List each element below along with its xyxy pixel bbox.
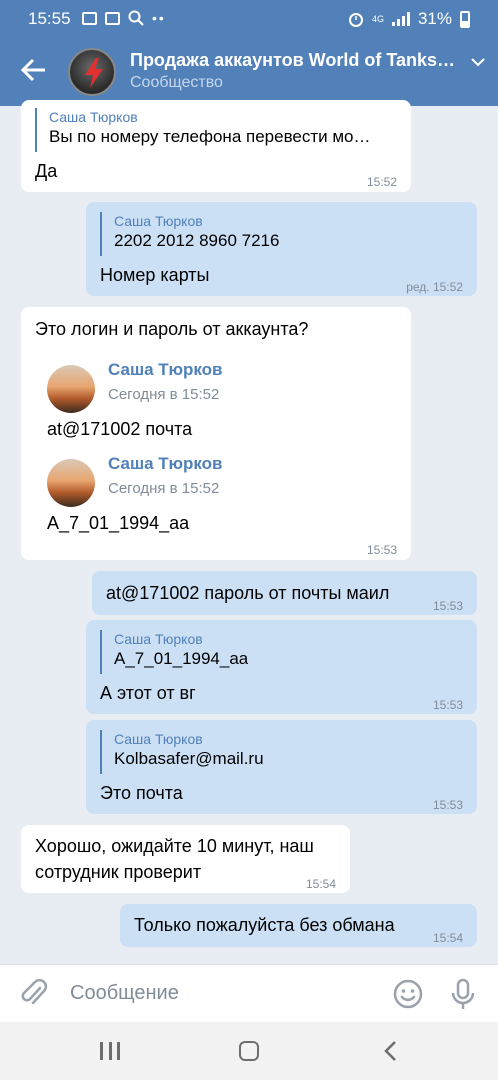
status-bar: 15:55 •• 4G 31% [0,0,498,38]
message-bubble-outgoing[interactable]: at@171002 пароль от почты маил 15:53 [92,571,477,615]
message-text-line: Хорошо, ожидайте 10 минут, наш [35,836,314,856]
paperclip-icon[interactable] [20,979,48,1009]
message-time: 15:54 [305,877,336,891]
alarm-icon [348,13,363,27]
forward-text: A_7_01_1994_aa [47,513,190,533]
chat-title[interactable]: Продажа аккаунтов World of Tanks… [130,50,463,71]
message-text: Да [35,161,58,181]
chat-subtitle: Сообщество [130,74,223,91]
message-time: 15:53 [432,798,463,812]
forward-author-avatar [47,365,95,413]
top-bar: 15:55 •• 4G 31% Продажа аккаунтов World … [0,0,498,106]
message-input[interactable]: Сообщение [70,982,179,1005]
forwarded-message[interactable]: Саша Тюрков Сегодня в 15:52 A_7_01_1994_… [47,451,387,536]
message-bubble-outgoing[interactable]: Только пожалуйста без обмана 15:54 [120,904,477,947]
message-bubble-outgoing[interactable]: Саша Тюрков Kolbasafer@mail.ru Это почта… [86,720,477,814]
message-text-line: сотрудник проверит [35,862,202,882]
reply-quote[interactable]: Саша Тюрков 2202 2012 8960 7216 [100,212,279,256]
forward-author-avatar [47,459,95,507]
forward-author-name: Саша Тюрков [108,454,223,473]
message-edited-time: ред. 15:52 [406,280,463,294]
arrow-left-icon[interactable] [20,56,48,84]
chat-header: Продажа аккаунтов World of Tanks… Сообще… [0,38,498,106]
message-text: Это логин и пароль от аккаунта? [35,319,309,339]
status-right: 4G 31% [348,9,470,29]
quote-author: Саша Тюрков [114,631,203,647]
quote-author: Саша Тюрков [114,213,203,229]
quote-author: Саша Тюрков [114,731,203,747]
more-notifications-icon: •• [152,10,166,26]
reply-quote[interactable]: Саша Тюрков Вы по номеру телефона переве… [35,108,389,152]
smile-icon[interactable] [393,979,423,1009]
battery-icon [460,10,470,28]
message-time: 15:52 [366,175,397,189]
reply-quote[interactable]: Саша Тюрков A_7_01_1994_aa [100,630,248,674]
chevron-left-icon[interactable] [380,1040,402,1062]
message-bubble-incoming[interactable]: Саша Тюрков Вы по номеру телефона переве… [21,100,411,192]
quote-text: 2202 2012 8960 7216 [114,231,280,250]
message-time: 15:53 [432,698,463,712]
lightning-logo-icon [85,58,103,88]
mail-icon [105,11,120,25]
quote-text: Вы по номеру телефона перевести мо… [49,127,371,146]
recent-apps-icon[interactable] [100,1042,120,1060]
forward-author-name: Саша Тюрков [108,360,223,379]
forwarded-message[interactable]: Саша Тюрков Сегодня в 15:52 at@171002 по… [47,357,387,442]
message-time: 15:54 [432,931,463,945]
chevron-down-icon[interactable] [470,54,486,70]
quote-text: A_7_01_1994_aa [114,649,249,668]
gallery-icon [82,11,97,25]
system-nav-bar [0,1022,498,1080]
message-text: А этот от вг [100,683,196,703]
community-avatar[interactable] [68,48,116,96]
quote-text: Kolbasafer@mail.ru [114,749,264,768]
forward-date: Сегодня в 15:52 [108,386,220,403]
forward-date: Сегодня в 15:52 [108,480,220,497]
quote-author: Саша Тюрков [49,109,138,125]
network-type: 4G [371,13,384,24]
message-text: Номер карты [100,265,210,285]
microphone-icon[interactable] [450,978,476,1010]
message-time: 15:53 [432,599,463,613]
forward-text: at@171002 почта [47,419,193,439]
message-bubble-outgoing[interactable]: Саша Тюрков 2202 2012 8960 7216 Номер ка… [86,202,477,296]
message-time: 15:53 [366,543,397,557]
message-bubble-outgoing[interactable]: Саша Тюрков A_7_01_1994_aa А этот от вг … [86,620,477,714]
message-text: Только пожалуйста без обмана [134,915,395,935]
reply-quote[interactable]: Саша Тюрков Kolbasafer@mail.ru [100,730,264,774]
notification-icons: •• [82,10,166,26]
home-icon[interactable] [239,1041,259,1061]
signal-icon [391,12,410,26]
message-bubble-incoming[interactable]: Хорошо, ожидайте 10 минут, наш сотрудник… [21,825,350,893]
message-composer: Сообщение [0,964,498,1022]
battery-percent: 31% [417,9,452,28]
search-icon [128,10,144,26]
message-text: at@171002 пароль от почты маил [106,583,390,603]
status-time: 15:55 [28,9,71,28]
message-bubble-incoming[interactable]: Это логин и пароль от аккаунта? Саша Тюр… [21,307,411,560]
message-text: Это почта [100,783,183,803]
